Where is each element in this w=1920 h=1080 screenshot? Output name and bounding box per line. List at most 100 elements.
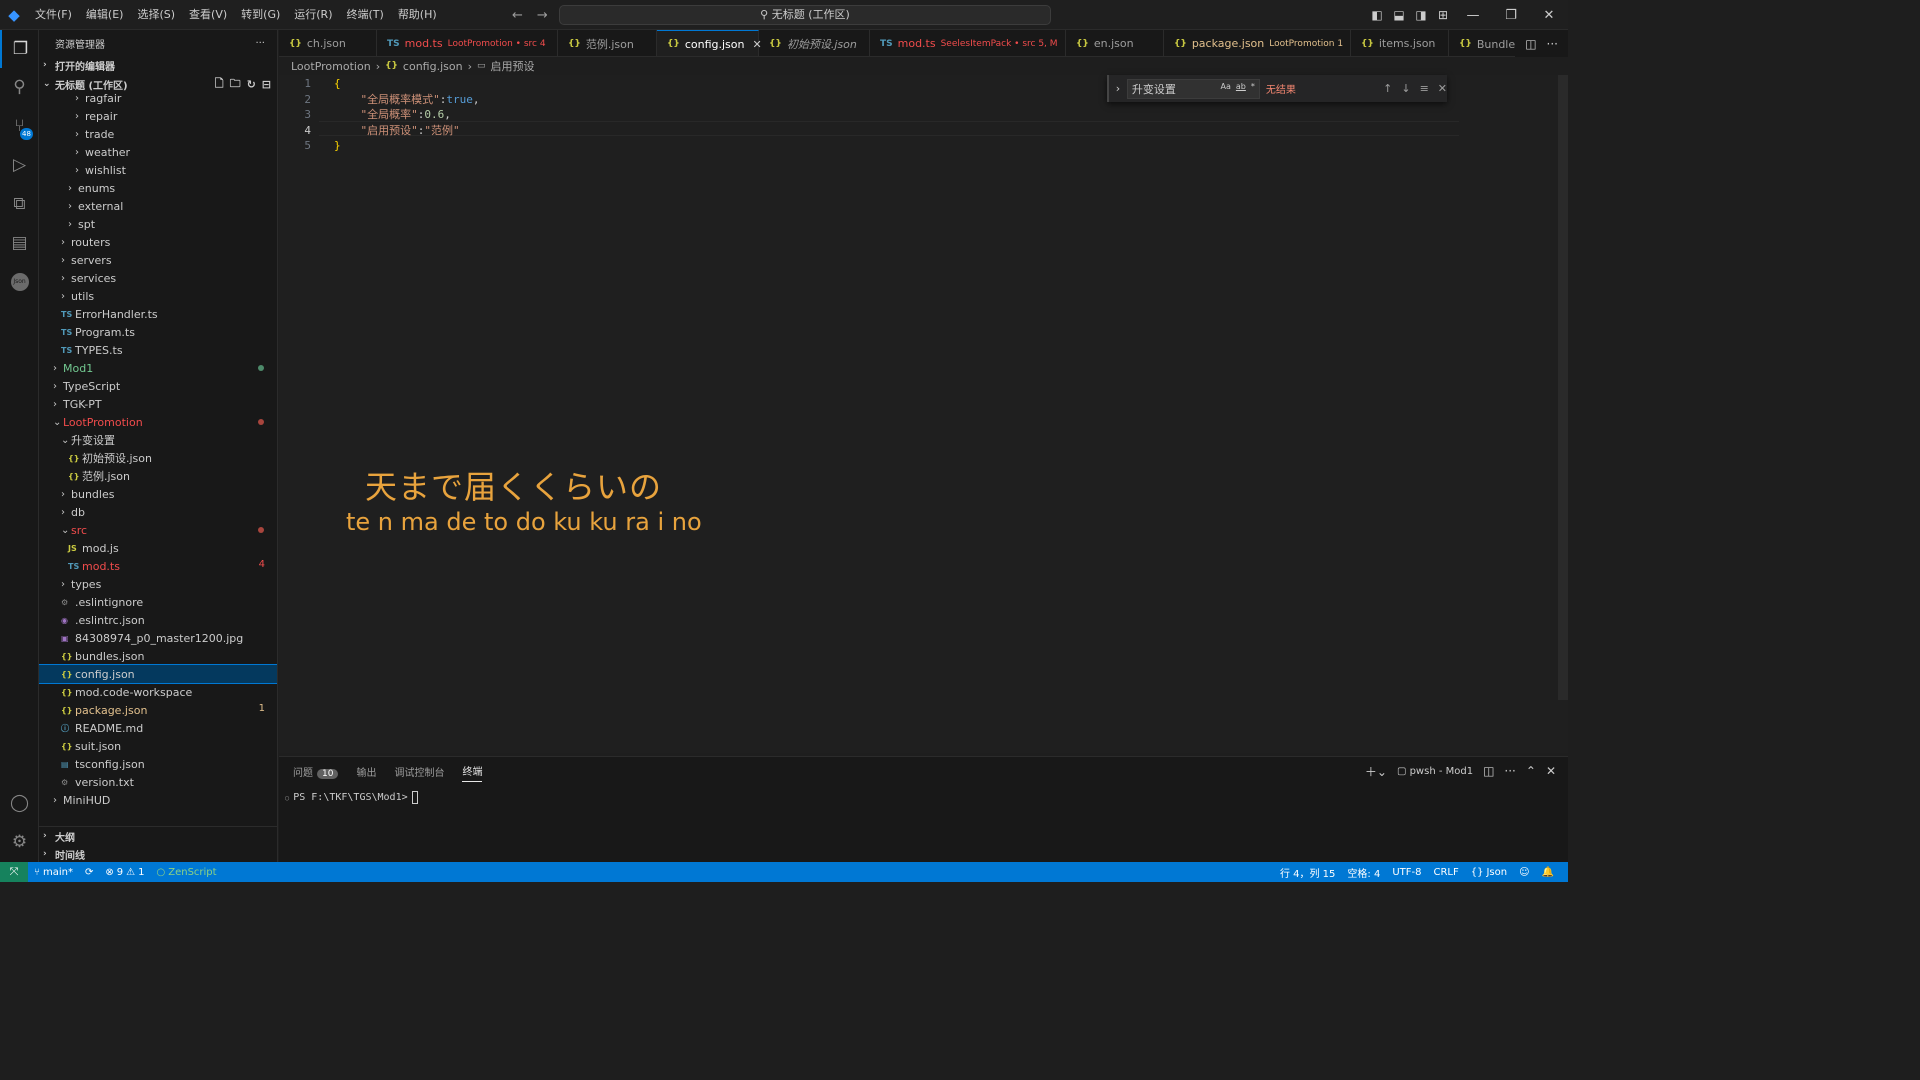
folder-item[interactable]: › enums <box>39 179 277 197</box>
file-item[interactable]: {} config.json <box>39 664 277 684</box>
breadcrumb-folder[interactable]: LootPromotion <box>291 60 371 73</box>
find-in-selection-icon[interactable]: ≡ <box>1420 82 1429 95</box>
file-item[interactable]: TS mod.ts 4 <box>39 557 277 575</box>
folder-item[interactable]: › spt <box>39 215 277 233</box>
folder-item[interactable]: › MiniHUD <box>39 791 277 809</box>
menu-run[interactable]: 运行(R) <box>287 0 339 30</box>
previous-match-icon[interactable]: ↑ <box>1383 82 1392 95</box>
folder-item[interactable]: › types <box>39 575 277 593</box>
problems-indicator[interactable]: ⊗ 9 ⚠ 1 <box>99 867 150 878</box>
editor-scrollbar[interactable] <box>1558 75 1568 700</box>
menu-selection[interactable]: 选择(S) <box>130 0 182 30</box>
encoding[interactable]: UTF-8 <box>1386 867 1427 878</box>
folder-item[interactable]: ⌄ LootPromotion <box>39 413 277 431</box>
branch-indicator[interactable]: ⑂ main* <box>28 867 79 878</box>
file-item[interactable]: ⚙ .eslintignore <box>39 593 277 611</box>
close-find-icon[interactable]: ✕ <box>1438 82 1447 95</box>
editor-tab[interactable]: {} 初始预设.json <box>759 30 870 56</box>
folder-item[interactable]: › routers <box>39 233 277 251</box>
menu-terminal[interactable]: 终端(T) <box>340 0 391 30</box>
file-item[interactable]: {} package.json 1 <box>39 701 277 719</box>
reader-icon[interactable]: ▤ <box>0 224 39 262</box>
match-case-icon[interactable]: Aa <box>1221 82 1231 91</box>
breadcrumb-symbol[interactable]: 启用预设 <box>491 58 535 74</box>
editor-tab[interactable]: {} en.json <box>1066 30 1164 56</box>
editor-tab[interactable]: {} items.json <box>1351 30 1449 56</box>
code-editor[interactable]: 1{2 "全局概率模式":true, 3 "全局概率":0.6, 4 "启用预设":… <box>279 75 1568 753</box>
file-item[interactable]: ◉ .eslintrc.json <box>39 611 277 629</box>
editor-tab[interactable]: {} ch.json <box>279 30 377 56</box>
outline-section[interactable]: › 大纲 <box>39 827 277 845</box>
file-item[interactable]: TS ErrorHandler.ts <box>39 305 277 323</box>
account-icon[interactable]: ◯ <box>0 784 39 822</box>
run-debug-icon[interactable]: ▷ <box>0 146 39 184</box>
file-item[interactable]: TS Program.ts <box>39 323 277 341</box>
folder-item[interactable]: › TypeScript <box>39 377 277 395</box>
next-match-icon[interactable]: ↓ <box>1401 82 1410 95</box>
json-extension-icon[interactable]: Json <box>0 263 39 301</box>
open-editors-section[interactable]: › 打开的编辑器 <box>39 56 277 74</box>
folder-item[interactable]: › trade <box>39 125 277 143</box>
file-item[interactable]: ⚙ version.txt <box>39 773 277 791</box>
folder-item[interactable]: ⌄ 升变设置 <box>39 431 277 449</box>
file-item[interactable]: ⓘ README.md <box>39 719 277 737</box>
new-terminal-icon[interactable]: ＋⌄ <box>1365 763 1387 780</box>
folder-item[interactable]: › external <box>39 197 277 215</box>
file-item[interactable]: JS mod.js <box>39 539 277 557</box>
more-actions-icon[interactable]: ··· <box>255 38 265 49</box>
command-center-search[interactable]: ⚲ 无标题 (工作区) <box>559 5 1051 25</box>
toggle-secondary-sidebar-icon[interactable]: ◨ <box>1410 8 1432 22</box>
maximize-panel-icon[interactable]: ⌃ <box>1526 764 1536 778</box>
split-terminal-icon[interactable]: ◫ <box>1483 764 1494 778</box>
menu-file[interactable]: 文件(F) <box>28 0 79 30</box>
extensions-icon[interactable]: ⧉ <box>0 185 39 223</box>
file-item[interactable]: {} bundles.json <box>39 647 277 665</box>
folder-item[interactable]: › ragfair <box>39 89 277 107</box>
folder-item[interactable]: › weather <box>39 143 277 161</box>
folder-item[interactable]: › services <box>39 269 277 287</box>
file-item[interactable]: ▤ tsconfig.json <box>39 755 277 773</box>
more-actions-icon[interactable]: ··· <box>1547 37 1558 51</box>
split-editor-icon[interactable]: ◫ <box>1525 37 1536 51</box>
menu-view[interactable]: 查看(V) <box>182 0 234 30</box>
language-mode[interactable]: {} Json <box>1465 867 1513 878</box>
remote-indicator-icon[interactable]: ⤧ <box>0 862 28 882</box>
sync-icon[interactable]: ⟳ <box>79 867 99 878</box>
file-item[interactable]: TS TYPES.ts <box>39 341 277 359</box>
editor-tab[interactable]: {} config.json ✕ <box>657 30 762 56</box>
toggle-sidebar-icon[interactable]: ◧ <box>1366 8 1388 22</box>
close-window-button[interactable]: ✕ <box>1530 8 1568 23</box>
explorer-icon[interactable]: ❐ <box>0 30 39 68</box>
more-actions-icon[interactable]: ··· <box>1504 764 1515 778</box>
folder-item[interactable]: › db <box>39 503 277 521</box>
tab-problems[interactable]: 问题 10 <box>293 764 339 779</box>
end-of-line[interactable]: CRLF <box>1427 867 1464 878</box>
editor-tab[interactable]: TS mod.ts SeelesItemPack • src 5, M <box>870 30 1066 56</box>
folder-item[interactable]: › wishlist <box>39 161 277 179</box>
zenscript-indicator[interactable]: ○ ZenScript <box>151 867 223 878</box>
breadcrumb-file[interactable]: config.json <box>403 60 463 73</box>
settings-gear-icon[interactable]: ⚙ <box>0 823 39 861</box>
regex-icon[interactable]: * <box>1251 82 1255 91</box>
timeline-section[interactable]: › 时间线 <box>39 845 277 862</box>
notifications-bell-icon[interactable]: 🔔 <box>1536 867 1560 878</box>
feedback-icon[interactable]: ☺ <box>1513 867 1535 878</box>
file-item[interactable]: {} 初始预设.json <box>39 449 277 467</box>
file-item[interactable]: ▣ 84308974_p0_master1200.jpg <box>39 629 277 647</box>
close-panel-icon[interactable]: ✕ <box>1546 764 1556 778</box>
toggle-panel-icon[interactable]: ⬓ <box>1388 8 1410 22</box>
match-whole-word-icon[interactable]: ab <box>1236 82 1246 91</box>
tab-output[interactable]: 输出 <box>356 764 376 779</box>
file-item[interactable]: {} 范例.json <box>39 467 277 485</box>
minimize-button[interactable]: — <box>1454 8 1492 23</box>
menu-go[interactable]: 转到(G) <box>234 0 287 30</box>
folder-item[interactable]: › servers <box>39 251 277 269</box>
tab-debug-console[interactable]: 调试控制台 <box>394 764 444 779</box>
file-item[interactable]: {} suit.json <box>39 737 277 755</box>
search-icon[interactable]: ⚲ <box>0 68 39 106</box>
indentation[interactable]: 空格: 4 <box>1341 865 1386 880</box>
back-arrow-icon[interactable]: ← <box>512 8 523 23</box>
find-input[interactable]: 升变设置 Aa ab * <box>1126 78 1260 99</box>
editor-tab[interactable]: TS mod.ts LootPromotion • src 4 <box>377 30 558 56</box>
folder-item[interactable]: › bundles <box>39 485 277 503</box>
